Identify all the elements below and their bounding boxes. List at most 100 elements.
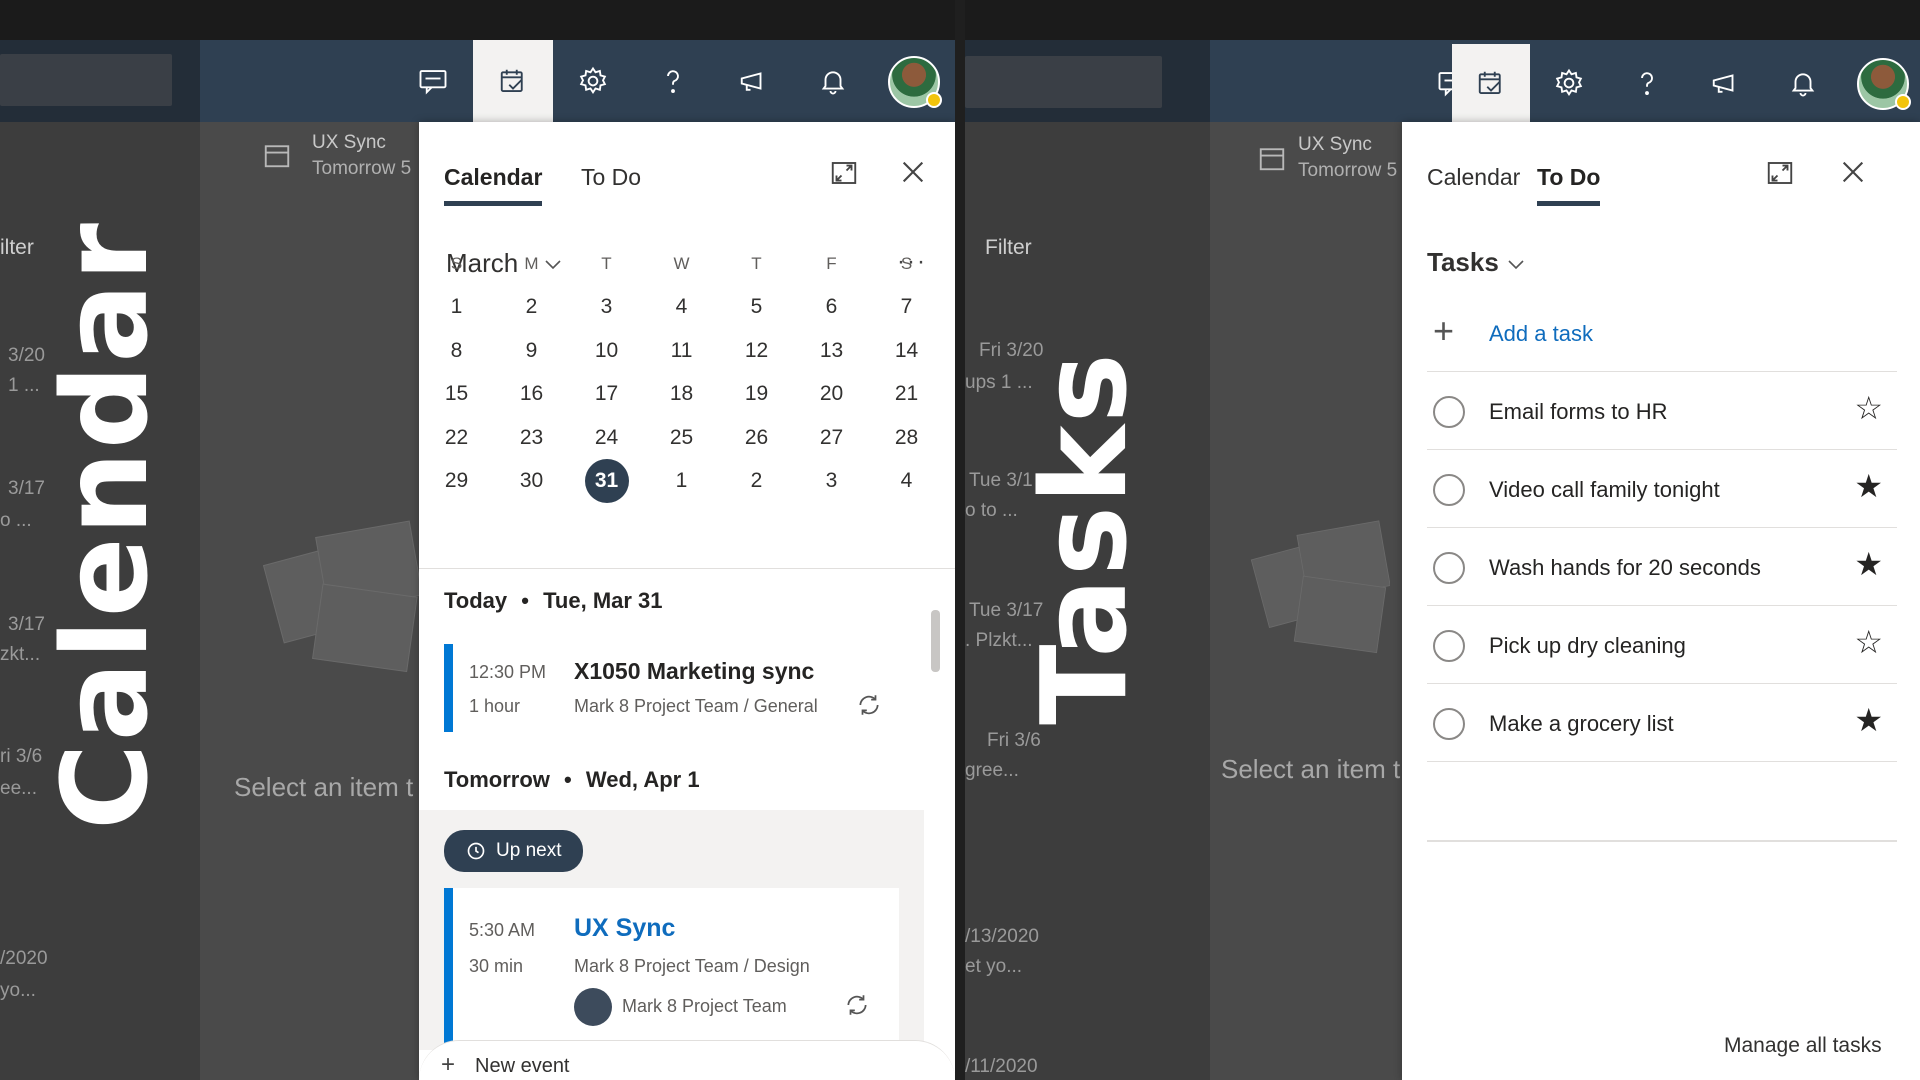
todo-icon[interactable]	[473, 40, 553, 122]
calendar-day[interactable]: 11	[644, 329, 719, 373]
tab-todo[interactable]: To Do	[1537, 164, 1601, 206]
calendar-day[interactable]: 1	[644, 460, 719, 504]
star-icon[interactable]: ★	[1854, 704, 1883, 736]
calendar-day[interactable]: 14	[869, 329, 944, 373]
bell-icon[interactable]	[793, 40, 873, 122]
calendar-day[interactable]: 13	[794, 329, 869, 373]
task-complete-checkbox[interactable]	[1433, 396, 1465, 428]
tab-todo[interactable]: To Do	[581, 164, 641, 201]
search-box[interactable]	[965, 56, 1162, 108]
calendar-day[interactable]: 17	[569, 373, 644, 417]
event-card[interactable]: 5:30 AM 30 min UX Sync Mark 8 Project Te…	[444, 888, 899, 1050]
manage-all-tasks-link[interactable]: Manage all tasks	[1724, 1034, 1882, 1058]
sidebar-fragment: 1 ...	[8, 375, 40, 396]
expand-icon[interactable]	[829, 158, 859, 188]
event-location: Mark 8 Project Team / Design	[574, 956, 810, 976]
add-task-input[interactable]: Add a task	[1489, 321, 1593, 347]
calendar-day[interactable]: 3	[794, 460, 869, 504]
megaphone-icon[interactable]	[1686, 44, 1764, 122]
calendar-day[interactable]: 9	[494, 329, 569, 373]
envelope-illustration	[1250, 520, 1390, 654]
calendar-day[interactable]: 30	[494, 460, 569, 504]
calendar-day[interactable]: 19	[719, 373, 794, 417]
event-card[interactable]: 12:30 PM 1 hour X1050 Marketing sync Mar…	[444, 644, 924, 732]
calendar-day[interactable]: 20	[794, 373, 869, 417]
today-date[interactable]: 31	[569, 459, 644, 504]
add-task-row[interactable]: + Add a task	[1427, 294, 1897, 372]
list-title[interactable]: Tasks	[1427, 247, 1499, 278]
task-item[interactable]: Wash hands for 20 seconds ★	[1427, 528, 1897, 606]
avatar[interactable]	[888, 56, 942, 108]
calendar-day[interactable]: 2	[494, 286, 569, 330]
calendar-day[interactable]: 18	[644, 373, 719, 417]
calendar-day[interactable]: 16	[494, 373, 569, 417]
event-title-link[interactable]: UX Sync	[574, 914, 675, 943]
calendar-day[interactable]: 28	[869, 416, 944, 460]
weekday-header: T	[751, 253, 762, 273]
task-item[interactable]: Pick up dry cleaning ☆	[1427, 606, 1897, 684]
task-complete-checkbox[interactable]	[1433, 474, 1465, 506]
calendar-day[interactable]: 4	[644, 286, 719, 330]
task-item[interactable]: Video call family tonight ★	[1427, 450, 1897, 528]
tab-calendar[interactable]: Calendar	[444, 164, 543, 206]
sidebar-fragment: yo...	[0, 980, 36, 1001]
calendar-day[interactable]: 1	[419, 286, 494, 330]
star-icon[interactable]: ★	[1854, 470, 1883, 502]
calendar-day[interactable]: 21	[869, 373, 944, 417]
chevron-down-icon[interactable]	[1504, 252, 1528, 276]
star-icon[interactable]: ☆	[1854, 392, 1883, 424]
task-complete-checkbox[interactable]	[1433, 552, 1465, 584]
calendar-day[interactable]: 15	[419, 373, 494, 417]
help-icon[interactable]	[633, 40, 713, 122]
scrollbar[interactable]	[931, 610, 940, 672]
calendar-day[interactable]: 3	[569, 286, 644, 330]
tab-calendar[interactable]: Calendar	[1427, 164, 1520, 201]
calendar-day[interactable]: 25	[644, 416, 719, 460]
star-icon[interactable]: ★	[1854, 548, 1883, 580]
help-icon[interactable]	[1608, 44, 1686, 122]
calendar-day[interactable]: 5	[719, 286, 794, 330]
empty-placeholder: Select an item t	[1221, 754, 1401, 784]
todo-icon[interactable]	[1452, 44, 1530, 122]
bell-icon[interactable]	[1764, 44, 1842, 122]
calendar-day[interactable]: 23	[494, 416, 569, 460]
task-item[interactable]: Make a grocery list ★	[1427, 684, 1897, 762]
status-dot	[1895, 94, 1911, 110]
task-complete-checkbox[interactable]	[1433, 630, 1465, 662]
calendar-day[interactable]: 4	[869, 460, 944, 504]
left-calendar-panel: UX Sync Tomorrow 5 Select an item t ilte…	[0, 0, 955, 1080]
calendar-day[interactable]: 8	[419, 329, 494, 373]
calendar-day[interactable]: 26	[719, 416, 794, 460]
calendar-day[interactable]: 10	[569, 329, 644, 373]
calendar-day[interactable]: 2	[719, 460, 794, 504]
calendar-day[interactable]: 24	[569, 416, 644, 460]
calendar-day[interactable]: 7	[869, 286, 944, 330]
new-event-button[interactable]: New event	[475, 1055, 570, 1078]
task-item[interactable]: Email forms to HR ☆	[1427, 372, 1897, 450]
task-title: Make a grocery list	[1489, 711, 1674, 736]
search-box[interactable]	[0, 54, 172, 106]
calendar-day[interactable]: 22	[419, 416, 494, 460]
star-icon[interactable]: ☆	[1854, 626, 1883, 658]
overlay-word: Calendar	[36, 221, 174, 830]
calendar-day[interactable]: 6	[794, 286, 869, 330]
expand-icon[interactable]	[1765, 158, 1795, 188]
calendar-flyout: Calendar To Do March ··· SMTWTFS12345678…	[419, 122, 955, 1080]
close-icon[interactable]	[1839, 158, 1867, 186]
top-bar	[0, 0, 955, 40]
task-complete-checkbox[interactable]	[1433, 708, 1465, 740]
avatar[interactable]	[1857, 58, 1911, 110]
month-grid: S M T W T F S 1 2 3 4 5 6 7 8 9 10 11 12 13 14 15 16 17 18 19 20 21…	[419, 242, 944, 504]
gear-icon[interactable]	[553, 40, 633, 122]
calendar-day[interactable]: 12	[719, 329, 794, 373]
calendar-icon	[262, 140, 292, 170]
megaphone-icon[interactable]	[713, 40, 793, 122]
gear-icon[interactable]	[1530, 44, 1608, 122]
filter-fragment: ilter	[0, 236, 34, 259]
calendar-day[interactable]: 29	[419, 460, 494, 504]
calendar-day[interactable]: 27	[794, 416, 869, 460]
chat-icon[interactable]	[393, 40, 473, 122]
plus-icon[interactable]: +	[441, 1051, 455, 1079]
close-icon[interactable]	[899, 158, 927, 186]
team-avatar	[574, 988, 612, 1026]
